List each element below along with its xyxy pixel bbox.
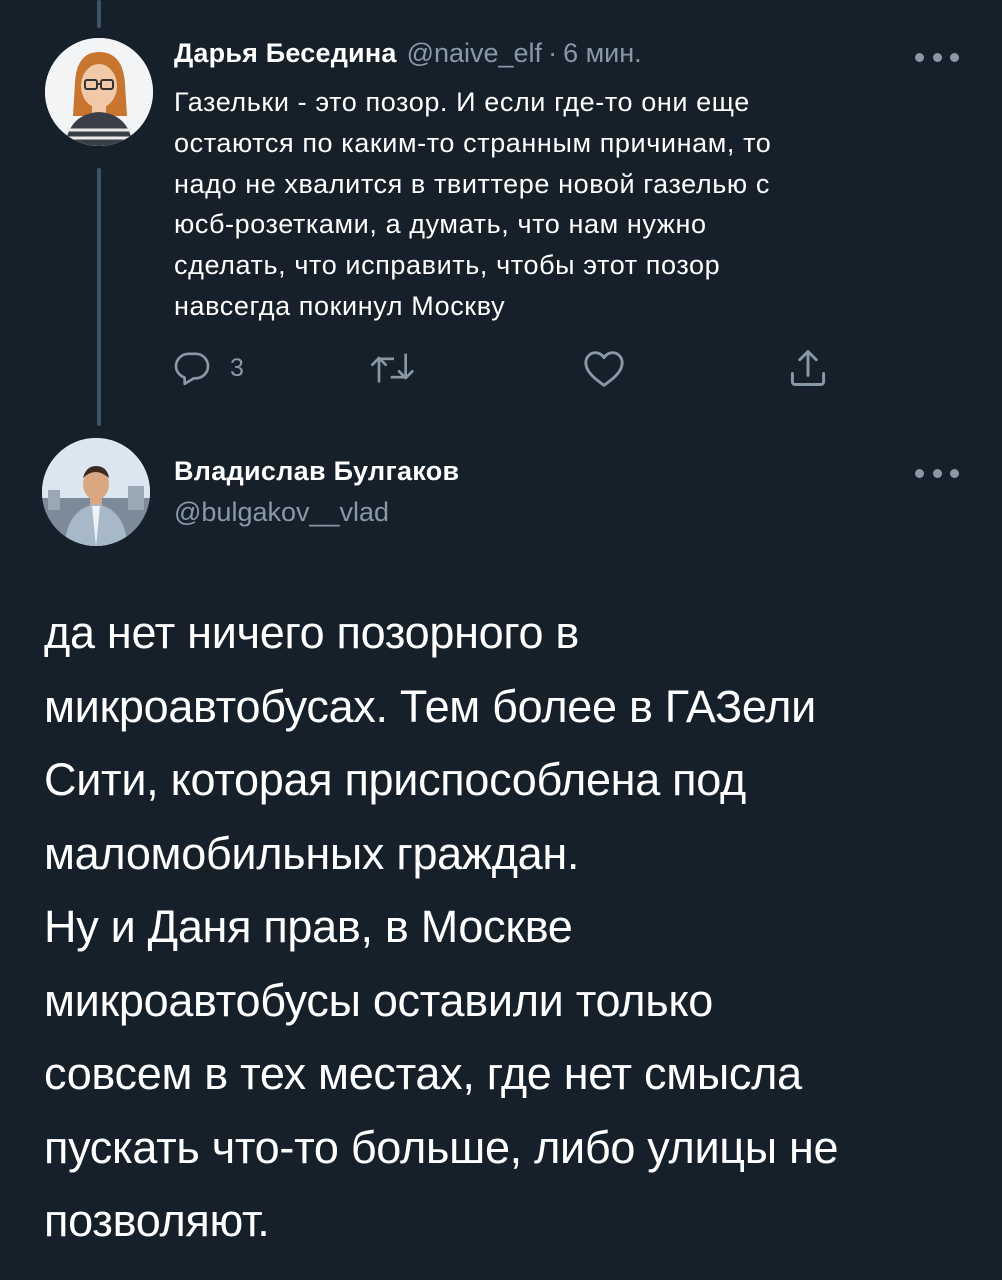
- tweet-text: да нет ничего позорного в микроавтобусах…: [44, 607, 839, 1246]
- avatar-image: [45, 38, 153, 146]
- more-dot-icon: [932, 468, 942, 478]
- more-dot-icon: [915, 468, 924, 478]
- reply-count: 3: [230, 353, 244, 382]
- separator-dot: ·: [548, 38, 558, 68]
- retweet-button[interactable]: [368, 346, 420, 390]
- reply-icon: [174, 352, 210, 386]
- more-dot-icon: [915, 52, 924, 62]
- reply-button[interactable]: 3: [172, 346, 244, 390]
- display-name[interactable]: Дарья Беседина: [174, 38, 397, 69]
- share-icon: [790, 350, 826, 386]
- retweet-icon: [371, 353, 414, 383]
- avatar-vladislav[interactable]: [42, 438, 150, 546]
- more-options-button[interactable]: [915, 47, 959, 67]
- user-handle[interactable]: @bulgakov__vlad: [174, 497, 389, 528]
- share-button[interactable]: [786, 346, 830, 390]
- more-dot-icon: [932, 52, 942, 62]
- tweet-header: Дарья Беседина @naive_elf · 6 мин.: [174, 38, 642, 72]
- tweet-text: Газельки - это позор. И если где-то они …: [174, 87, 772, 321]
- like-button[interactable]: [582, 346, 626, 390]
- thread-line-top: [97, 0, 101, 28]
- thread-line: [97, 168, 101, 426]
- more-dot-icon: [950, 52, 959, 62]
- user-handle[interactable]: @naive_elf: [407, 38, 543, 69]
- more-dot-icon: [950, 468, 959, 478]
- avatar-image: [42, 438, 150, 546]
- heart-icon: [584, 351, 624, 387]
- avatar-darya[interactable]: [45, 38, 153, 146]
- timestamp[interactable]: 6 мин.: [563, 38, 642, 69]
- display-name[interactable]: Владислав Булгаков: [174, 456, 459, 487]
- more-options-button[interactable]: [915, 463, 959, 483]
